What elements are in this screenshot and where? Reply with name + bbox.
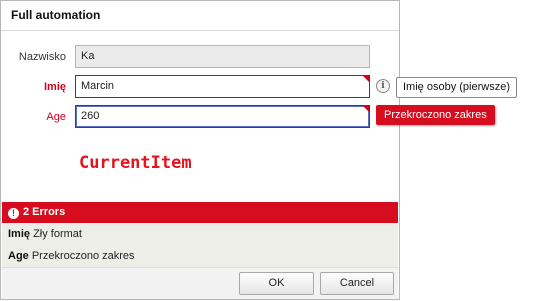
info-icon[interactable]: i [376, 79, 390, 93]
error-field-name: Imię [8, 228, 31, 240]
title-separator [1, 30, 399, 31]
error-item-age[interactable]: Age Przekroczono zakres [2, 245, 398, 267]
error-item-imie[interactable]: Imię Zły format [2, 223, 398, 245]
age-error-tooltip: Przekroczono zakres [376, 105, 495, 125]
imie-tooltip: Imię osoby (pierwsze) [396, 77, 517, 98]
dialog-footer: OK Cancel [2, 267, 398, 299]
error-count-label: 2 Errors [23, 206, 66, 218]
imie-label: Imię [43, 81, 66, 93]
cancel-button[interactable]: Cancel [320, 272, 394, 295]
age-field[interactable]: 260 [75, 105, 370, 128]
current-item-text: CurrentItem [79, 153, 192, 173]
window-title: Full automation [11, 8, 101, 22]
age-label: Age [46, 111, 66, 123]
error-message: Przekroczono zakres [31, 250, 135, 262]
imie-field[interactable]: Marcin [75, 75, 370, 98]
nazwisko-label: Nazwisko [18, 51, 66, 63]
error-field-name: Age [8, 250, 29, 262]
ok-button[interactable]: OK [239, 272, 314, 295]
error-summary-header: ! 2 Errors [2, 202, 398, 223]
error-message: Zły format [33, 228, 82, 240]
dialog-window: Full automation Nazwisko Ka Imię Marcin … [0, 0, 400, 300]
nazwisko-field[interactable]: Ka [75, 45, 370, 68]
error-circle-icon: ! [8, 208, 19, 219]
